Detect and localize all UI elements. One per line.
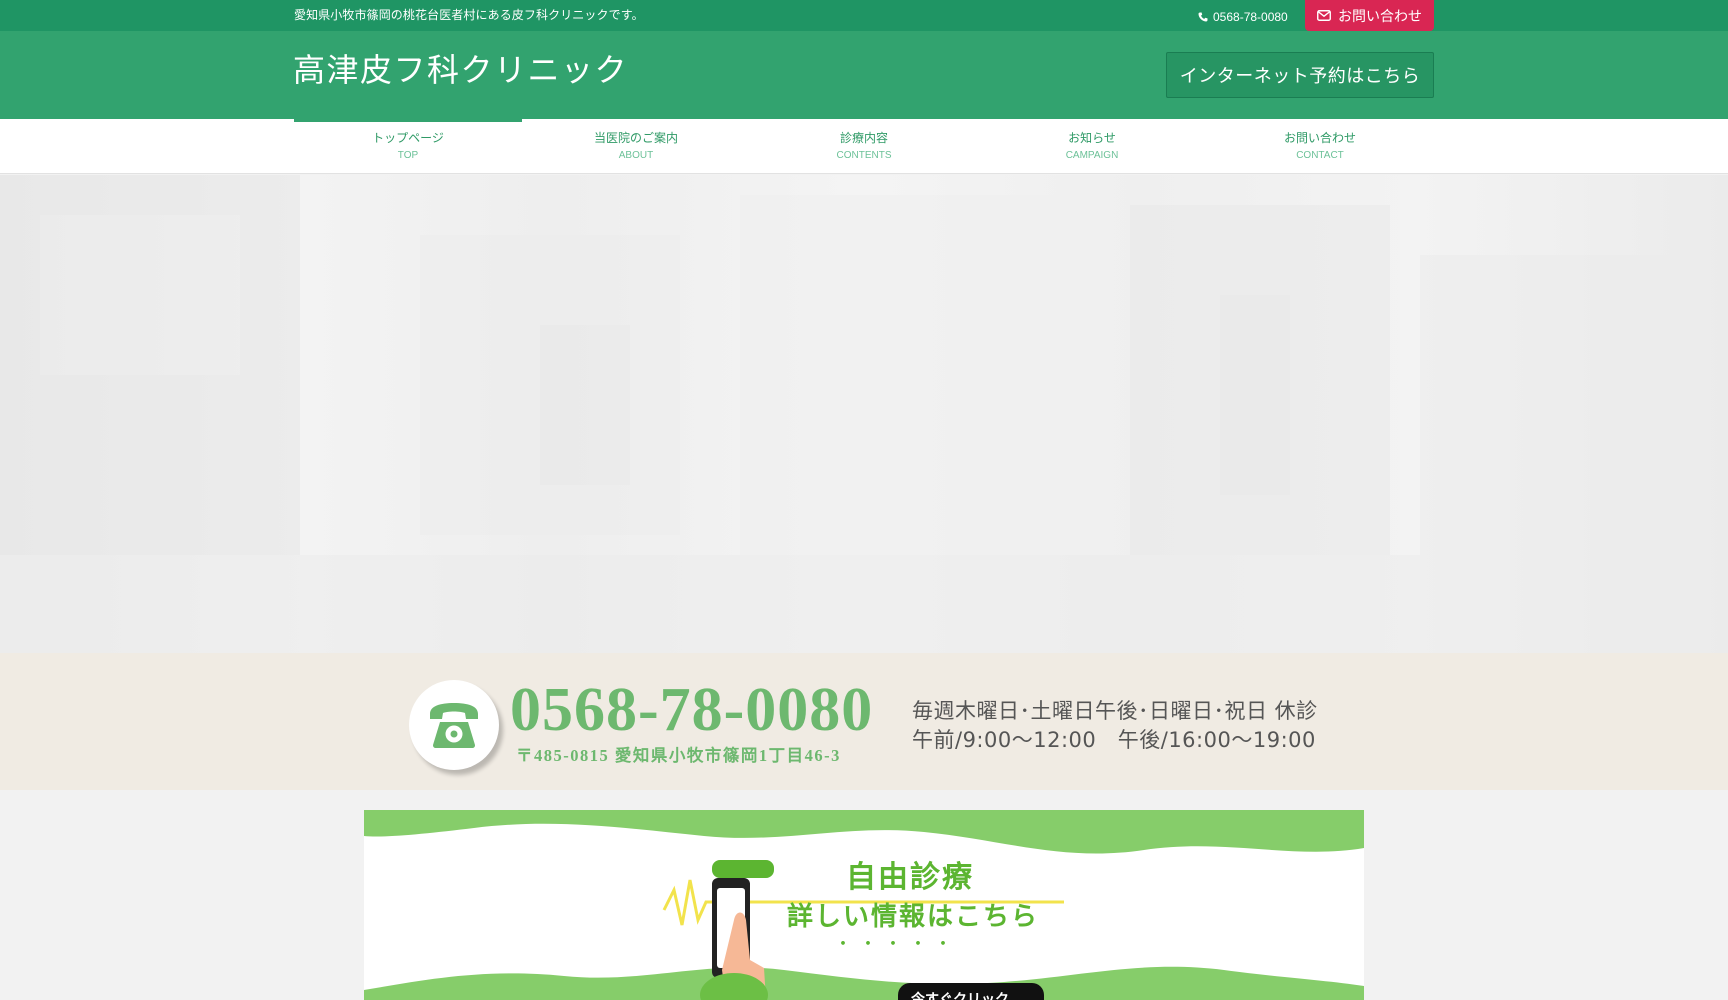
contact-button-label: お問い合わせ: [1338, 8, 1422, 25]
telephone-icon: [430, 703, 478, 748]
phone-icon: [1198, 12, 1208, 22]
clinic-phone-number[interactable]: 0568-78-0080: [510, 675, 873, 745]
promo-subtitle: 詳しい情報はこちら: [787, 902, 1040, 932]
contact-button[interactable]: お問い合わせ: [1305, 0, 1434, 31]
nav-item-campaign[interactable]: お知らせ CAMPAIGN: [978, 119, 1206, 174]
promo-dots: ・・・・・: [834, 934, 959, 955]
closed-days: 毎週木曜日･土曜日午後･日曜日･祝日 休診: [912, 699, 1318, 723]
nav-item-label: お問い合わせ: [1283, 131, 1356, 145]
nav-item-sublabel: CAMPAIGN: [1065, 150, 1119, 161]
top-info-bar: 愛知県小牧市篠岡の桃花台医者村にある皮フ科クリニックです。 0568-78-00…: [0, 0, 1728, 31]
nav-item-label: 当医院のご案内: [593, 131, 678, 145]
site-tagline: 愛知県小牧市篠岡の桃花台医者村にある皮フ科クリニックです。: [294, 8, 644, 22]
nav-item-contact[interactable]: お問い合わせ CONTACT: [1206, 119, 1434, 174]
online-reservation-button[interactable]: インターネット予約はこちら: [1166, 52, 1434, 98]
nav-item-contents[interactable]: 診療内容 CONTENTS: [750, 119, 978, 174]
clinic-info-banner: 0568-78-0080 〒485-0815 愛知県小牧市篠岡1丁目46-3 毎…: [0, 653, 1728, 790]
site-logo[interactable]: 高津皮フ科クリニック: [293, 51, 628, 89]
mail-icon: [1317, 10, 1331, 21]
site-header: 高津皮フ科クリニック インターネット予約はこちら: [0, 31, 1728, 119]
nav-item-top[interactable]: トップページ TOP: [294, 119, 522, 174]
hero-faded-photo: [0, 175, 1728, 653]
nav-item-sublabel: ABOUT: [618, 150, 654, 161]
nav-item-sublabel: CONTENTS: [836, 150, 892, 161]
nav-item-label: トップページ: [372, 131, 444, 145]
clinic-address: 〒485-0815 愛知県小牧市篠岡1丁目46-3: [516, 746, 841, 765]
hero-image: [0, 175, 1728, 653]
main-nav: トップページ TOP 当医院のご案内 ABOUT 診療内容 CONTENTS お…: [0, 119, 1728, 174]
click-now-button[interactable]: 今すぐクリック: [898, 983, 1044, 1000]
topbar-phone[interactable]: 0568-78-0080: [1198, 10, 1288, 24]
nav-item-about[interactable]: 当医院のご案内 ABOUT: [522, 119, 750, 174]
nav-item-label: お知らせ: [1068, 131, 1116, 145]
telephone-badge: [409, 680, 499, 770]
nav-item-sublabel: TOP: [397, 150, 419, 161]
opening-hours: 午前/9:00～12:00 午後/16:00～19:00: [912, 728, 1316, 752]
promo-title: 自由診療: [846, 860, 974, 895]
nav-item-label: 診療内容: [839, 131, 888, 145]
self-pay-treatment-banner[interactable]: 自由診療 詳しい情報はこちら ・・・・・ 今すぐクリック: [364, 810, 1364, 1000]
nav-item-sublabel: CONTACT: [1296, 150, 1344, 161]
topbar-phone-number: 0568-78-0080: [1213, 10, 1288, 24]
